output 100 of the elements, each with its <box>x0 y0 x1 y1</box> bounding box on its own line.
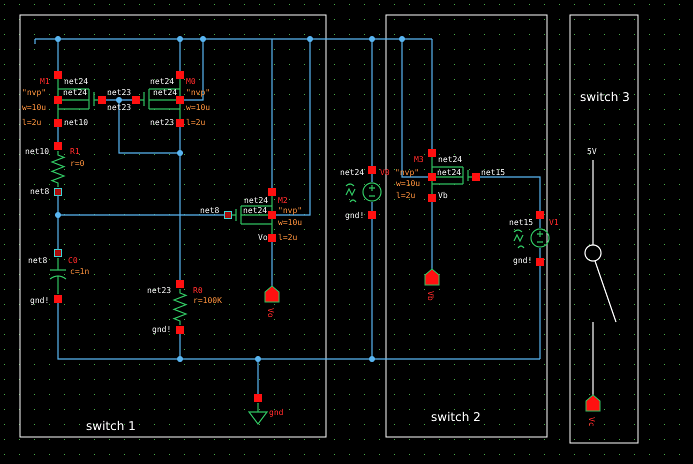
transistor-symbol[interactable] <box>231 205 242 225</box>
frame-title: switch 2 <box>431 410 481 424</box>
terminal-marker <box>54 96 62 104</box>
resistor-symbol[interactable] <box>172 289 188 325</box>
net-label: gnd! <box>345 211 364 220</box>
net-label: net8 <box>30 187 50 196</box>
junction-dot <box>399 36 405 42</box>
junction-dot <box>55 212 61 218</box>
junction-dot <box>177 36 183 42</box>
voltage-source-symbol[interactable] <box>345 182 382 203</box>
parameter-label: l=2u <box>186 118 206 127</box>
net-label: net23 <box>107 88 132 97</box>
parameter-label: c=1n <box>70 267 90 276</box>
net-label: net24 <box>437 168 462 177</box>
pin-label: Vc <box>587 417 596 427</box>
net-label: net24 <box>153 88 178 97</box>
terminal-marker <box>176 119 184 127</box>
frame-title: switch 1 <box>86 419 136 433</box>
parameter-label: "nvp" <box>22 88 46 97</box>
net-label: net10 <box>25 147 50 156</box>
terminal-marker <box>176 96 184 104</box>
resistor-symbol[interactable] <box>50 151 66 187</box>
wire <box>431 202 433 269</box>
transistor-symbol[interactable] <box>462 166 473 185</box>
terminal-marker <box>54 249 62 257</box>
terminal-marker <box>536 211 544 219</box>
terminal-marker <box>536 258 544 266</box>
capacitor-symbol[interactable] <box>49 257 67 295</box>
frame-title: switch 3 <box>580 90 630 104</box>
terminal-marker <box>54 142 62 150</box>
net-label: net15 <box>509 218 534 227</box>
wire <box>240 195 273 235</box>
instance-label: R0 <box>193 286 203 295</box>
net-label: net24 <box>244 196 268 205</box>
terminal-marker <box>428 194 436 202</box>
terminal-marker <box>428 173 436 181</box>
net-label: net24 <box>340 168 364 177</box>
junction-dot <box>369 36 375 42</box>
terminal-marker <box>368 211 376 219</box>
terminal-marker <box>54 188 62 196</box>
terminal-marker <box>428 149 436 157</box>
instance-label: C0 <box>68 256 78 265</box>
parameter-label: r=100K <box>193 296 222 305</box>
terminal-marker <box>254 394 262 402</box>
parameter-label: r=0 <box>70 159 84 168</box>
junction-dot <box>177 150 183 156</box>
pin-label: Vb <box>426 291 435 301</box>
net-label: gnd! <box>30 296 50 305</box>
net-label: net23 <box>147 286 172 295</box>
net-label: net24 <box>243 206 268 215</box>
transistor-symbol[interactable] <box>88 88 99 110</box>
net-label: net23 <box>150 118 174 127</box>
wire <box>57 127 59 142</box>
instance-label: gnd <box>269 408 284 417</box>
ground-symbol[interactable] <box>248 402 268 425</box>
wire <box>57 78 90 120</box>
junction-dot <box>255 356 261 362</box>
terminal-marker <box>268 234 276 242</box>
net-label: net15 <box>481 168 506 177</box>
terminal-marker <box>54 295 62 303</box>
net-label: net24 <box>438 155 462 164</box>
net-label: net24 <box>150 77 174 86</box>
net-label: net24 <box>64 77 88 86</box>
net-label: net24 <box>63 88 88 97</box>
net-label: Vo <box>258 233 268 242</box>
instance-label: M1 <box>40 77 50 86</box>
wire <box>480 176 541 211</box>
parameter-label: w=10u <box>186 103 210 112</box>
instance-label: M3 <box>414 155 424 164</box>
voltage-source-symbol[interactable] <box>513 228 550 249</box>
transistor-symbol[interactable] <box>139 88 150 110</box>
terminal-marker <box>54 119 62 127</box>
terminal-marker <box>54 71 62 79</box>
parameter-label: w=10u <box>22 103 46 112</box>
terminal-marker <box>368 166 376 174</box>
parameter-label: l=2u <box>22 118 42 127</box>
parameter-label: w=10u <box>396 179 420 188</box>
net-label: net8 <box>200 206 220 215</box>
parameter-label: l=2u <box>278 233 298 242</box>
junction-dot <box>177 356 183 362</box>
terminal-marker <box>268 211 276 219</box>
instance-label: M2 <box>278 196 288 205</box>
net-label: gnd! <box>513 256 532 265</box>
junction-dot <box>307 36 313 42</box>
net-label: net10 <box>64 118 88 127</box>
instance-label: M0 <box>186 77 196 86</box>
pin-label: Vo <box>266 308 275 318</box>
parameter-label: l=2u <box>396 191 416 200</box>
instance-label: V1 <box>549 218 559 227</box>
junction-dot <box>116 97 122 103</box>
junction-dot <box>55 36 61 42</box>
net-label: 5V <box>587 147 597 156</box>
net-label: net8 <box>28 256 48 265</box>
terminal-marker <box>268 188 276 196</box>
terminal-marker <box>98 96 106 104</box>
wire <box>539 248 541 258</box>
net-label: Vb <box>438 191 448 200</box>
switch-symbol[interactable] <box>584 159 617 396</box>
terminal-marker <box>176 71 184 79</box>
terminal-marker <box>176 280 184 288</box>
